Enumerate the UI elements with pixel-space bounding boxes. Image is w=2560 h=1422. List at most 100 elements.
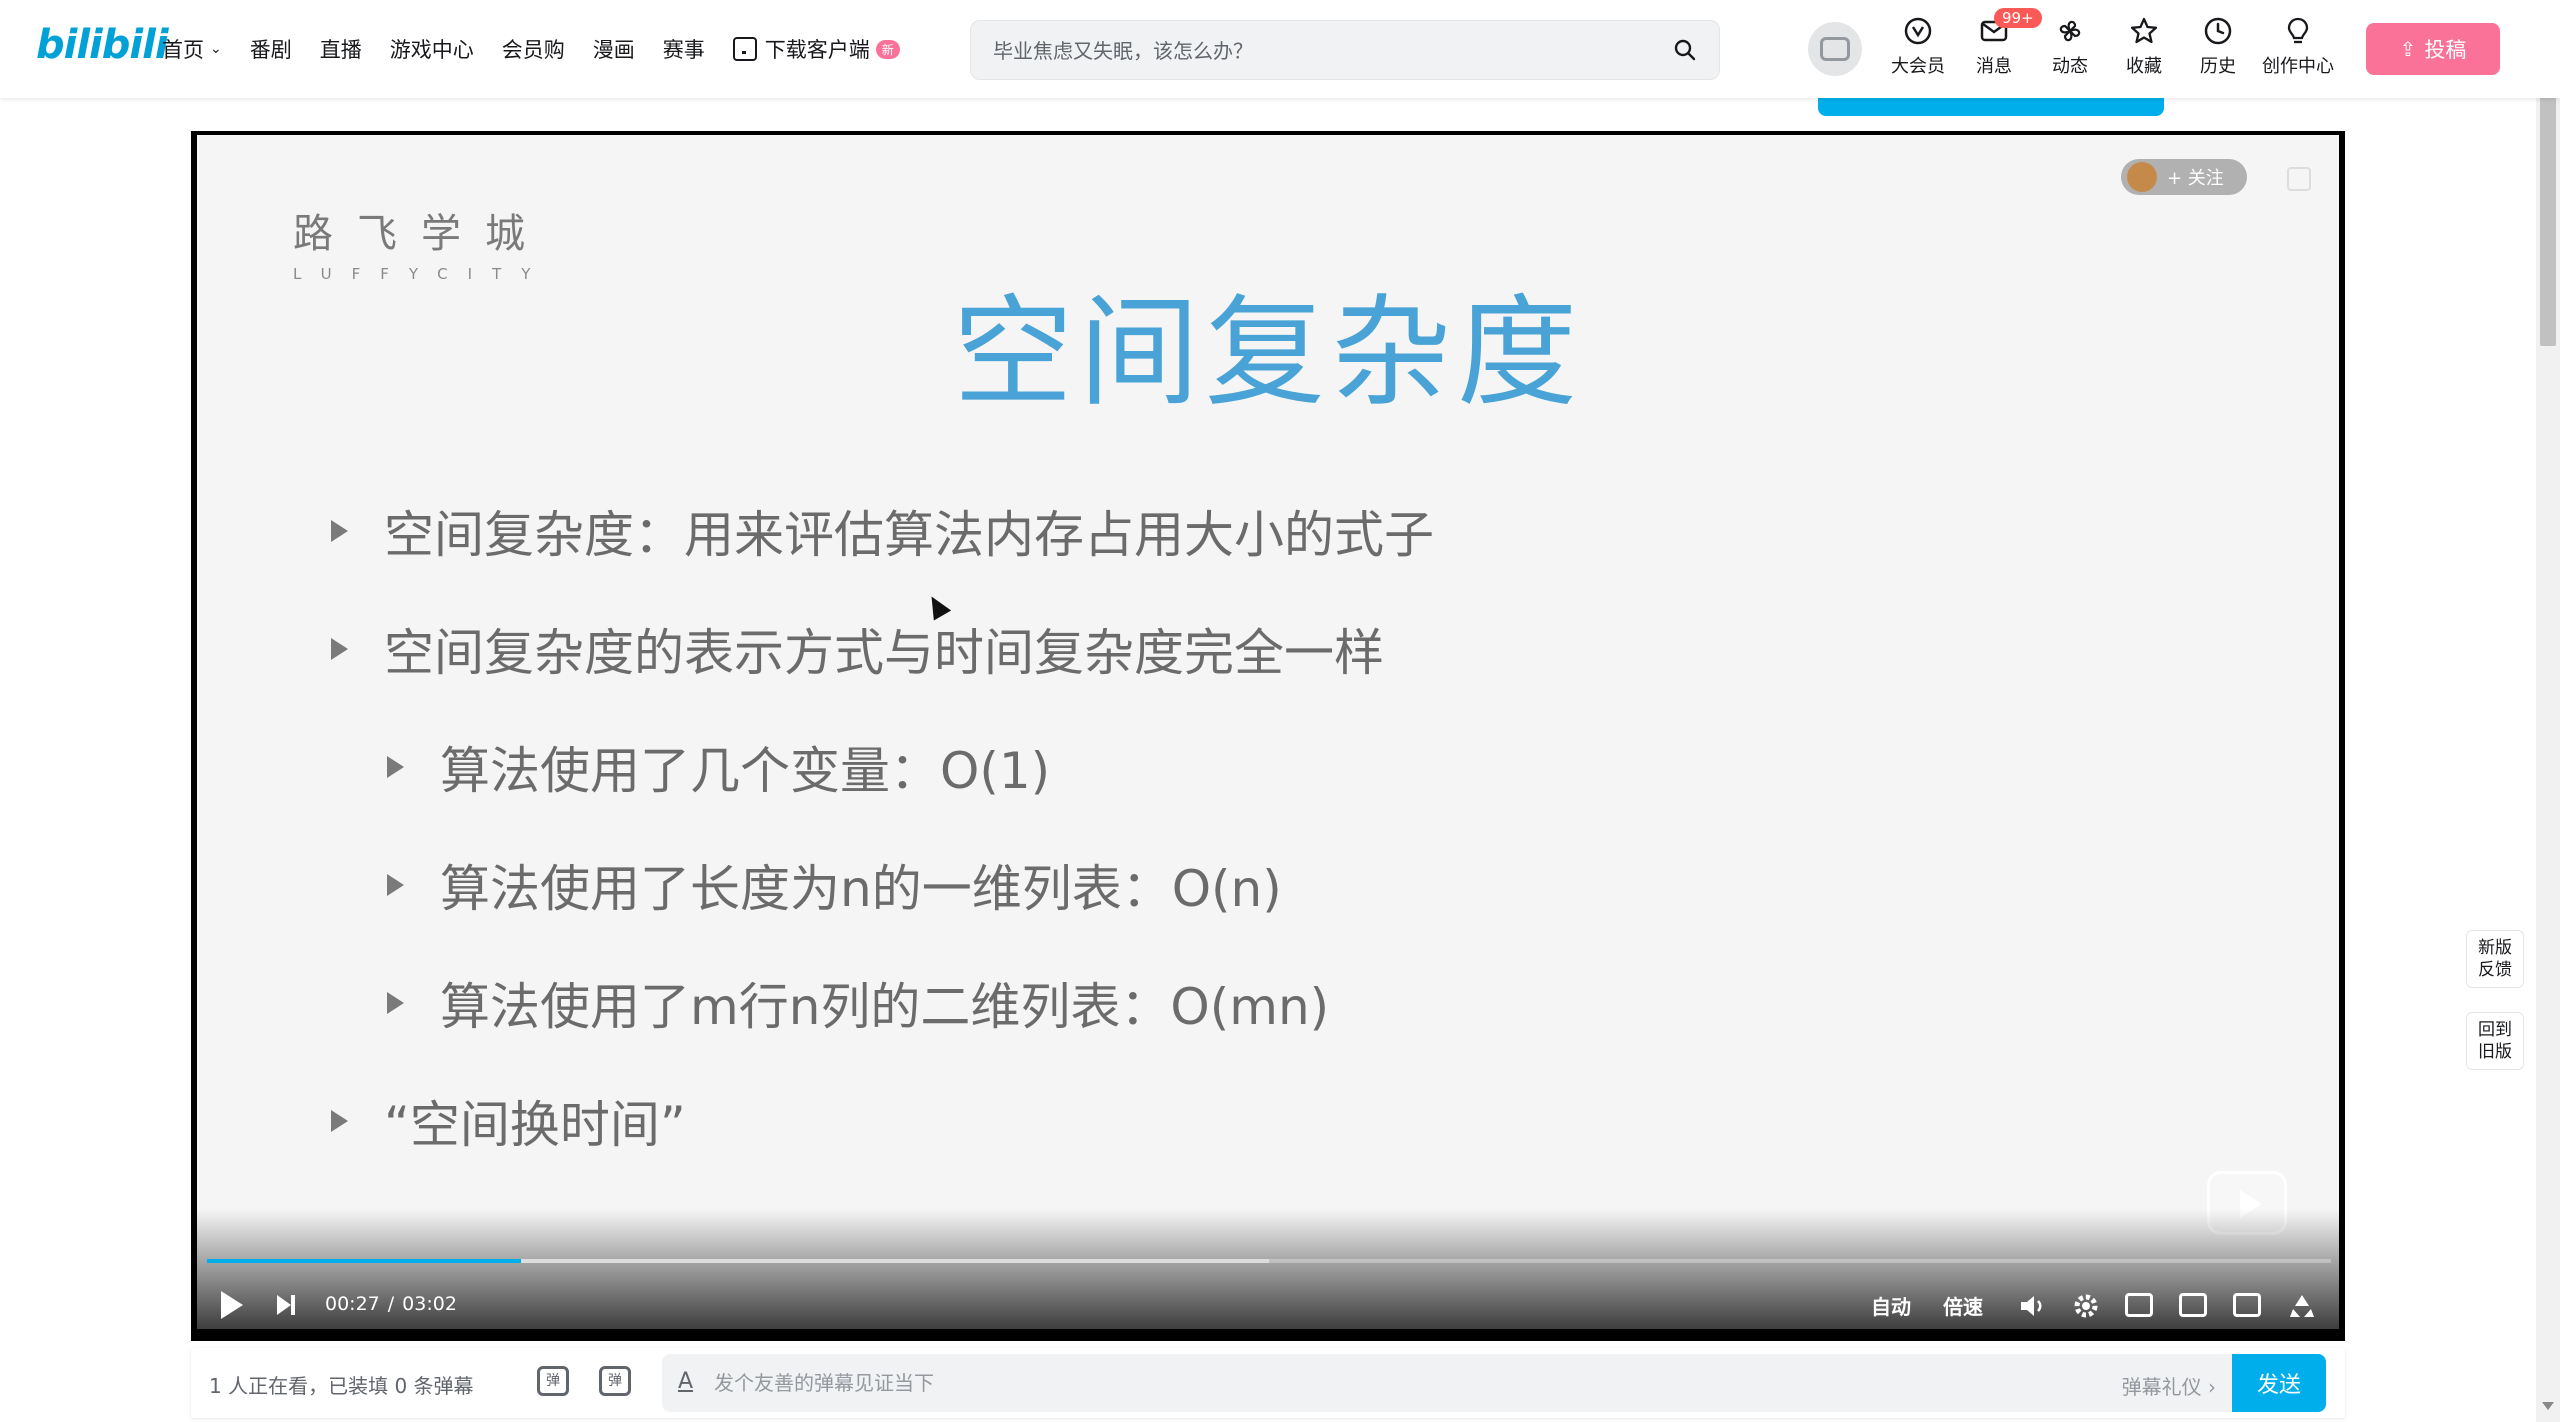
clock-icon (2204, 17, 2232, 45)
slide-sub-bullet: 算法使用了m行n列的二维列表：O(mn) (387, 967, 1329, 1039)
web-fullscreen-icon (2233, 1293, 2261, 1317)
time-separator: / (387, 1293, 395, 1315)
upload-label: 投稿 (2424, 38, 2467, 62)
scroll-down-arrow-icon[interactable] (2542, 1402, 2554, 1410)
slide-sub-bullet: 算法使用了几个变量：O(1) (387, 731, 1050, 803)
volume-icon (2021, 1296, 2042, 1316)
bullet-triangle-icon (331, 638, 348, 660)
nav-home-label: 首页 (162, 38, 204, 62)
search-box (970, 20, 1720, 80)
messages-label: 消息 (1976, 56, 2012, 77)
danmaku-settings-icon[interactable]: 弹 (599, 1366, 631, 1396)
windmill-icon (2059, 20, 2081, 42)
nav-vip-shop[interactable]: 会员购 (502, 34, 565, 64)
messages-button[interactable]: 99+ 消息 (1958, 8, 2042, 78)
bullet-text: 空间复杂度：用来评估算法内存占用大小的式子 (384, 506, 1434, 564)
nav-live[interactable]: 直播 (320, 34, 362, 64)
bullet-text: 空间复杂度的表示方式与时间复杂度完全一样 (384, 624, 1384, 682)
page-scrollbar[interactable] (2536, 0, 2560, 1422)
creator-center-label: 创作中心 (2262, 56, 2334, 77)
bullet-text: 算法使用了几个变量：O(1) (440, 742, 1051, 800)
vip-icon (1904, 17, 1932, 45)
nav-anime[interactable]: 番剧 (250, 34, 292, 64)
history-button[interactable]: 历史 (2182, 16, 2254, 78)
play-icon (221, 1291, 243, 1319)
avatar-placeholder-icon (1820, 37, 1850, 61)
favorites-label: 收藏 (2126, 56, 2162, 77)
widescreen-button[interactable] (2179, 1293, 2207, 1317)
pip-button[interactable] (2125, 1293, 2153, 1317)
slide-title: 空间复杂度 (953, 284, 1583, 423)
slide-bullet: 空间复杂度：用来评估算法内存占用大小的式子 (331, 495, 1434, 567)
gear-icon (2074, 1294, 2098, 1318)
bullet-triangle-icon (331, 520, 348, 542)
bullet-text: 算法使用了m行n列的二维列表：O(mn) (440, 978, 1330, 1036)
danmaku-toggle-icon[interactable]: 弹 (537, 1366, 569, 1396)
player-follow-chip[interactable]: + 关注 (2121, 159, 2247, 195)
fullscreen-button[interactable] (2287, 1291, 2317, 1321)
bullet-text: 算法使用了长度为n的一维列表：O(n) (440, 860, 1282, 918)
bullet-triangle-icon (387, 874, 404, 896)
new-badge: 新 (875, 39, 900, 59)
fullscreen-icon (2290, 1295, 2314, 1317)
quality-button[interactable]: 自动 (1871, 1291, 1911, 1320)
nav-esports[interactable]: 赛事 (663, 34, 705, 64)
danmaku-etiquette-link[interactable]: 弹幕礼仪 › (2122, 1371, 2216, 1400)
settings-button[interactable] (2071, 1291, 2101, 1321)
search-input[interactable] (993, 33, 1613, 69)
brand-name-cn: 路飞学城 (293, 211, 549, 257)
video-player[interactable]: 路飞学城 LUFFYCITY 空间复杂度 空间复杂度：用来评估算法内存占用大小的… (191, 131, 2345, 1341)
user-avatar[interactable] (1808, 22, 1862, 76)
next-button[interactable] (277, 1295, 295, 1315)
favorites-button[interactable]: 收藏 (2108, 16, 2180, 78)
vip-button[interactable]: 大会员 (1882, 16, 1954, 78)
bilibili-logo[interactable]: bilibili (36, 22, 169, 68)
progress-bar[interactable] (207, 1259, 2331, 1263)
help-icon[interactable] (2287, 167, 2311, 191)
dynamic-label: 动态 (2052, 56, 2088, 77)
danmaku-input-box: A 弹幕礼仪 › (662, 1354, 2232, 1412)
dynamic-button[interactable]: 动态 (2034, 16, 2106, 78)
volume-button[interactable] (2017, 1291, 2047, 1321)
download-icon (732, 37, 757, 61)
send-danmaku-button[interactable]: 发送 (2232, 1354, 2326, 1412)
slide-sub-bullet: 算法使用了长度为n的一维列表：O(n) (387, 849, 1282, 921)
nav-manga[interactable]: 漫画 (593, 34, 635, 64)
new-version-feedback-button[interactable]: 新版 反馈 (2466, 930, 2524, 988)
nav-download-client[interactable]: 下载客户端 新 (732, 34, 900, 64)
nav-download-label: 下载客户端 (764, 38, 870, 62)
follow-button-peek[interactable] (1818, 98, 2164, 116)
uploader-avatar (2127, 162, 2157, 192)
nav-game-center[interactable]: 游戏中心 (390, 34, 474, 64)
bullet-triangle-icon (387, 756, 404, 778)
search-icon[interactable] (1673, 38, 1697, 62)
slide-bullet: 空间复杂度的表示方式与时间复杂度完全一样 (331, 613, 1384, 685)
lightbulb-icon (2287, 17, 2309, 44)
next-icon (277, 1295, 295, 1315)
play-button[interactable] (221, 1291, 243, 1319)
viewer-info: 1 人正在看，已装填 0 条弹幕 (209, 1374, 474, 1398)
danmaku-input[interactable] (714, 1366, 1914, 1400)
back-to-old-version-button[interactable]: 回到 旧版 (2466, 1012, 2524, 1070)
chevron-down-icon: ⌄ (210, 41, 222, 57)
text-style-icon[interactable]: A (678, 1369, 693, 1394)
current-time: 00:27 (325, 1293, 380, 1315)
follow-chip-label: + 关注 (2167, 168, 2224, 189)
speed-button[interactable]: 倍速 (1943, 1291, 1983, 1320)
history-label: 历史 (2200, 56, 2236, 77)
time-display: 00:27 / 03:02 (325, 1293, 457, 1315)
nav-home[interactable]: 首页 ⌄ (162, 34, 222, 64)
slide-bullet: “空间换时间” (331, 1085, 686, 1157)
video-frame: 路飞学城 LUFFYCITY 空间复杂度 空间复杂度：用来评估算法内存占用大小的… (197, 135, 2339, 1329)
widescreen-icon (2179, 1293, 2207, 1317)
star-icon (2130, 17, 2158, 44)
bullet-text: “空间换时间” (384, 1096, 686, 1154)
top-nav: 首页 ⌄ 番剧 直播 游戏中心 会员购 漫画 赛事 下载客户端 新 (162, 0, 928, 98)
upload-button[interactable]: ⇪ 投稿 (2366, 23, 2500, 75)
progress-played (207, 1259, 522, 1263)
vip-label: 大会员 (1891, 56, 1945, 77)
web-fullscreen-button[interactable] (2233, 1293, 2261, 1317)
duration: 03:02 (402, 1293, 457, 1315)
creator-center-button[interactable]: 创作中心 (2256, 16, 2340, 78)
picture-in-picture-icon (2125, 1293, 2153, 1317)
